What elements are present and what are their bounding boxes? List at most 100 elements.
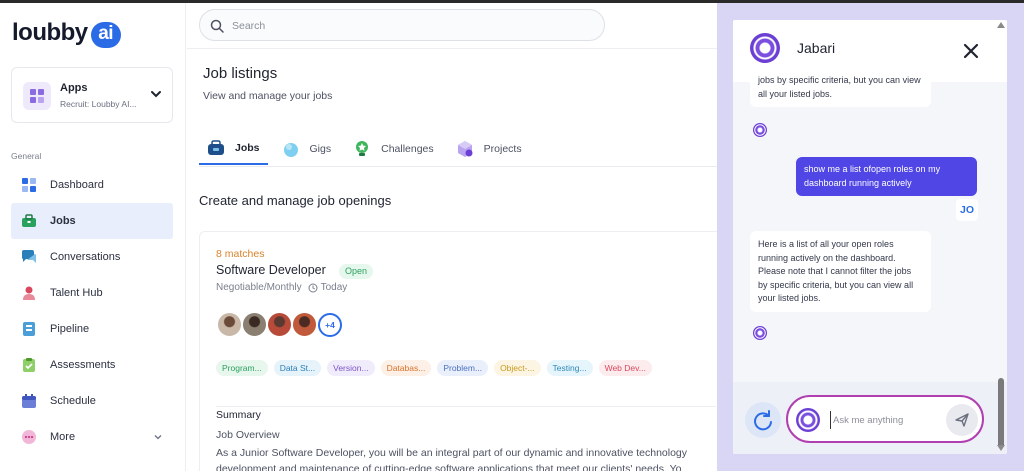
app-switcher-title: Apps — [60, 82, 88, 94]
briefcase-icon — [207, 139, 225, 157]
skill-tag[interactable]: Version... — [327, 360, 375, 376]
send-button[interactable] — [946, 404, 978, 436]
status-badge: Open — [339, 264, 374, 279]
dashboard-icon — [21, 177, 37, 193]
skill-tag[interactable]: Testing... — [546, 360, 593, 376]
sidebar-item-jobs[interactable]: Jobs — [11, 203, 173, 239]
job-title[interactable]: Software Developer — [216, 263, 326, 277]
overview-line: As a Junior Software Developer, you will… — [216, 447, 688, 459]
briefcase-icon — [21, 213, 37, 229]
search-input[interactable] — [232, 16, 592, 36]
avatar — [216, 311, 243, 338]
candidate-avatars[interactable]: +4 — [216, 311, 342, 338]
tab-label: Challenges — [381, 143, 434, 155]
sidebar-item-label: Schedule — [50, 395, 96, 407]
brand-name: loubby — [12, 19, 88, 46]
sidebar-item-assessments[interactable]: Assessments — [11, 347, 173, 383]
avatar — [266, 311, 293, 338]
skill-tag[interactable]: Databas... — [380, 360, 432, 376]
sidebar-item-talent-hub[interactable]: Talent Hub — [11, 275, 173, 311]
skill-tags: Program... Data St... Version... Databas...… — [216, 360, 658, 376]
chat-message-input[interactable] — [830, 411, 940, 429]
avatar — [291, 311, 318, 338]
job-tabs: Jobs Gigs Challenges Projects — [199, 133, 717, 167]
sidebar-item-label: Talent Hub — [50, 287, 103, 299]
tab-label: Jobs — [235, 142, 260, 154]
search-bar[interactable] — [199, 9, 605, 41]
clipboard-icon — [21, 357, 37, 373]
chat-input-box[interactable] — [786, 395, 984, 443]
sidebar-item-schedule[interactable]: Schedule — [11, 383, 173, 419]
header-divider — [187, 48, 717, 49]
tab-jobs[interactable]: Jobs — [199, 133, 268, 165]
app-switcher-subtitle: Recruit: Loubby AI... — [60, 99, 137, 109]
chat-bot-name: Jabari — [797, 40, 836, 56]
summary-title: Summary — [216, 409, 261, 421]
pipeline-icon — [21, 321, 37, 337]
bot-avatar — [753, 123, 767, 137]
sidebar-item-label: Conversations — [50, 251, 121, 263]
summary-divider — [216, 406, 716, 407]
section-title: Create and manage job openings — [199, 193, 392, 208]
bot-avatar — [796, 408, 820, 432]
scroll-up-arrow-icon[interactable] — [997, 22, 1005, 28]
skill-tag[interactable]: Program... — [216, 360, 268, 376]
send-icon — [955, 413, 969, 427]
refresh-button[interactable] — [745, 402, 781, 438]
main-content: Job listings View and manage your jobs J… — [187, 3, 717, 471]
message-text: Here is a list of all your open roles ru… — [758, 239, 914, 303]
app-switcher[interactable]: Apps Recruit: Loubby AI... — [11, 67, 173, 123]
close-icon[interactable] — [961, 41, 981, 61]
tab-label: Projects — [483, 143, 522, 155]
clock-icon — [308, 283, 318, 292]
bot-avatar — [750, 33, 780, 63]
scroll-down-arrow-icon[interactable] — [997, 445, 1005, 451]
message-text: show me a list ofopen roles on my dashbo… — [804, 164, 941, 188]
sidebar-item-label: Dashboard — [50, 179, 104, 191]
bot-avatar — [753, 326, 767, 340]
sidebar: loubby ai Apps Recruit: Loubby AI... Gene… — [0, 3, 186, 471]
scroll-thumb[interactable] — [998, 378, 1004, 448]
brand-suffix: ai — [90, 22, 121, 48]
brand-logo[interactable]: loubby ai — [12, 19, 121, 48]
gigs-icon — [282, 140, 300, 158]
overview-title: Job Overview — [216, 429, 280, 441]
more-dots-icon — [21, 429, 37, 445]
apps-grid-icon — [23, 82, 51, 110]
refresh-icon — [754, 410, 772, 431]
tab-projects[interactable]: Projects — [448, 133, 530, 165]
more-candidates-badge[interactable]: +4 — [318, 313, 342, 337]
sidebar-item-dashboard[interactable]: Dashboard — [11, 167, 173, 203]
sidebar-item-pipeline[interactable]: Pipeline — [11, 311, 173, 347]
bot-message: jobs by specific criteria, but you can v… — [750, 68, 931, 107]
tab-gigs[interactable]: Gigs — [274, 133, 340, 165]
overview-text: As a Junior Software Developer, you will… — [216, 445, 716, 471]
chat-panel: Jabari jobs by specific criteria, but yo… — [733, 20, 1007, 454]
person-icon — [21, 285, 37, 301]
chevron-down-icon — [151, 91, 161, 98]
chat-composer — [733, 382, 1007, 454]
skill-tag[interactable]: Data St... — [273, 360, 322, 376]
sidebar-item-more[interactable]: More — [11, 419, 173, 455]
page-subtitle: View and manage your jobs — [203, 90, 333, 102]
sidebar-item-conversations[interactable]: Conversations — [11, 239, 173, 275]
chat-scrollbar[interactable] — [996, 20, 1006, 454]
page-title: Job listings — [203, 65, 278, 82]
message-text: jobs by specific criteria, but you can v… — [758, 75, 921, 99]
skill-tag[interactable]: Object-... — [494, 360, 541, 376]
sidebar-item-label: Assessments — [50, 359, 116, 371]
search-icon — [210, 19, 224, 33]
calendar-icon — [21, 393, 37, 409]
trophy-icon — [353, 140, 371, 158]
job-posted: Today — [320, 282, 348, 293]
skill-tag[interactable]: Web Dev... — [598, 360, 652, 376]
tab-label: Gigs — [309, 143, 332, 155]
user-message: show me a list ofopen roles on my dashbo… — [796, 157, 977, 196]
tab-challenges[interactable]: Challenges — [345, 133, 442, 165]
overview-line: development and maintenance of cutting-e… — [216, 463, 682, 471]
user-avatar: JO — [956, 199, 978, 221]
sidebar-item-label: Jobs — [50, 215, 76, 227]
skill-tag[interactable]: Problem... — [437, 360, 489, 376]
nav-section-label: General — [11, 151, 42, 161]
job-card[interactable]: 8 matches Software Developer Open Negoti… — [199, 231, 717, 471]
